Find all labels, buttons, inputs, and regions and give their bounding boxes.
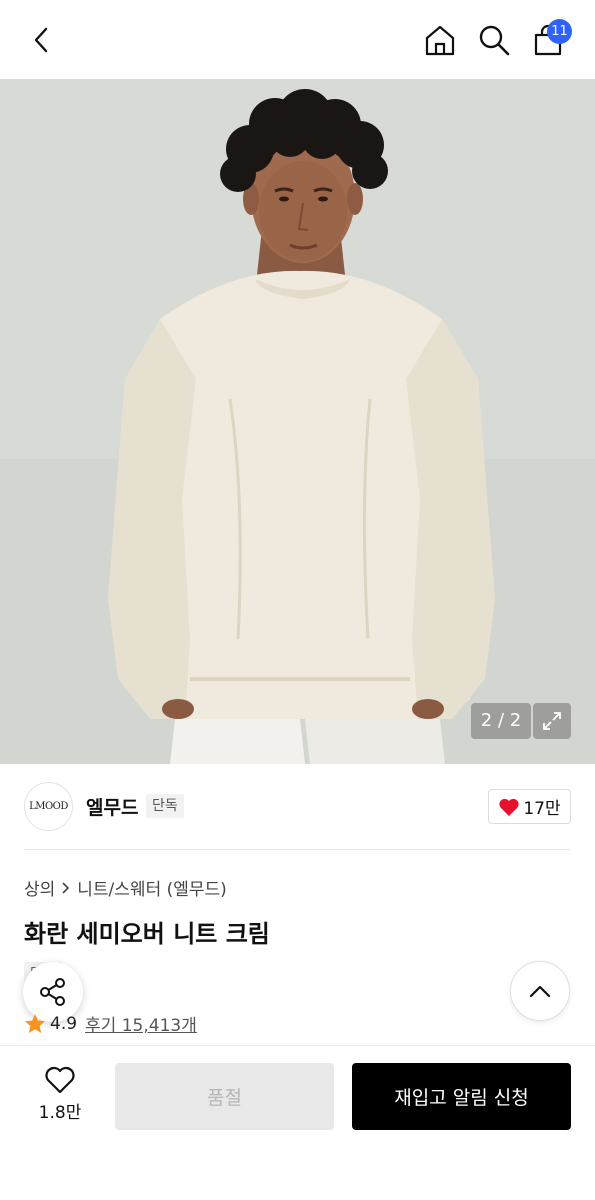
breadcrumb-item[interactable]: 니트/스웨터 (엘무드) [77,875,227,900]
soldout-button: 품절 [115,1063,334,1130]
review-count-link[interactable]: 후기 15,413개 [85,1011,197,1036]
wishlist-count: 1.8만 [38,1103,82,1123]
cart-count-badge: 11 [547,19,572,44]
search-button[interactable] [474,20,514,60]
chevron-up-icon [529,985,551,998]
restock-alert-button[interactable]: 재입고 알림 신청 [352,1063,571,1130]
scroll-to-top-button[interactable] [510,961,570,1021]
brand-name[interactable]: 엘무드 [86,793,138,820]
heart-filled-icon [499,798,519,816]
product-image[interactable] [0,79,595,764]
rating-score: 4.9 [50,1013,78,1034]
brand-like-count: 17만 [523,799,561,819]
wishlist-button[interactable]: 1.8만 [24,1066,96,1126]
heart-outline-icon [45,1066,75,1094]
brand-like-button[interactable]: 17만 [488,789,571,824]
expand-arrows-icon [543,712,561,730]
search-icon [479,25,510,56]
chevron-right-icon [61,881,71,895]
expand-image-button[interactable] [533,703,571,739]
share-icon [40,978,65,1006]
brand-exclusive-tag: 단독 [146,794,184,818]
product-photo-illustration [0,79,595,764]
brand-logo-text: LMOOD [29,801,68,812]
star-icon [25,1013,45,1033]
brand-logo[interactable]: LMOOD [24,782,73,831]
image-counter: 2 / 2 [471,703,531,739]
breadcrumb: 상의 니트/스웨터 (엘무드) [24,875,227,900]
product-title: 화란 세미오버 니트 크림 [24,920,270,948]
top-nav-bar: 11 [0,0,595,79]
breadcrumb-item[interactable]: 상의 [24,875,55,900]
home-button[interactable] [420,20,460,60]
divider [24,849,571,850]
back-arrow-icon [34,27,48,53]
product-rating: 4.9 후기 15,413개 [24,1011,197,1036]
home-icon [425,25,455,56]
back-button[interactable] [22,20,62,60]
